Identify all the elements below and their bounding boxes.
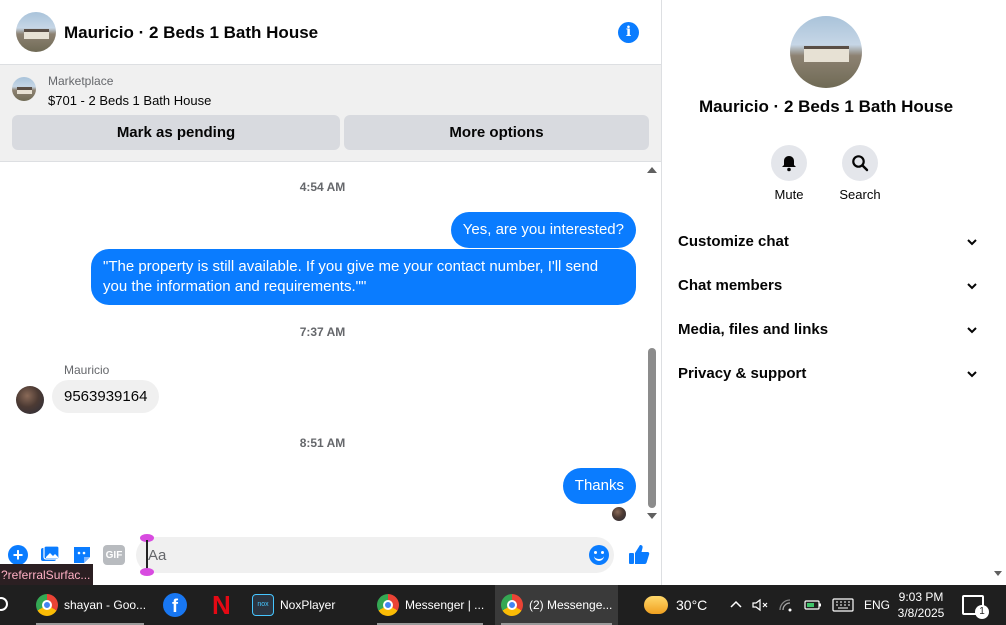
facebook-icon: f [163,593,187,617]
chevron-down-icon [967,371,977,378]
chevron-down-icon [967,283,977,290]
clock-time: 9:03 PM [898,590,944,604]
taskbar: shayan - Goo... f N nox NoxPlayer Messen… [0,585,1006,625]
chrome-icon [36,594,58,616]
battery-icon[interactable] [804,599,822,611]
chat-scrollbar[interactable] [645,163,659,525]
chevron-up-icon[interactable] [730,599,742,611]
sender-name: Mauricio [64,363,110,377]
taskbar-item-chrome-messenger-active[interactable]: (2) Messenge... [495,585,618,625]
taskbar-item-label: NoxPlayer [280,598,336,612]
weather-icon [644,596,668,614]
photo-icon[interactable] [40,545,60,565]
seen-receipt-avatar [612,507,626,521]
search-circle-icon[interactable] [0,597,8,611]
section-label: Media, files and links [678,321,829,338]
chevron-down-icon [967,239,977,246]
language-indicator[interactable]: ENG [864,598,890,612]
marketplace-bar: Marketplace $701 - 2 Beds 1 Bath House M… [0,65,661,162]
taskbar-item-netflix[interactable]: N [206,585,240,625]
timestamp: 7:37 AM [299,325,346,339]
system-tray: ENG [730,585,890,625]
search-icon[interactable] [842,145,878,181]
listing-title[interactable]: $701 - 2 Beds 1 Bath House [48,93,211,108]
composer: + GIF [0,530,661,585]
sticker-icon[interactable] [72,545,92,565]
chat-pane: Mauricio · 2 Beds 1 Bath House i Marketp… [0,0,662,585]
taskbar-item-label: shayan - Goo... [64,598,147,612]
taskbar-item-label: (2) Messenge... [529,598,613,612]
info-avatar[interactable] [790,16,862,88]
weather-widget[interactable]: 30°C [644,585,707,625]
outgoing-message[interactable]: Yes, are you interested? [450,212,636,248]
search-button[interactable]: Search [830,145,890,202]
network-icon[interactable] [778,598,794,612]
outgoing-message[interactable]: Thanks [562,468,636,504]
mute-button[interactable]: Mute [759,145,819,202]
clock[interactable]: 9:03 PM 3/8/2025 [888,589,954,621]
mark-as-pending-button[interactable]: Mark as pending [12,115,340,150]
chrome-icon [501,594,523,616]
timestamp: 4:54 AM [299,180,346,194]
text-cursor-marker [140,534,154,576]
more-options-button[interactable]: More options [344,115,649,150]
message-input[interactable] [136,537,614,573]
outgoing-message[interactable]: "The property is still available. If you… [91,249,636,305]
scrollbar-thumb[interactable] [648,348,656,508]
scroll-down-arrow[interactable] [647,513,657,519]
incoming-message[interactable]: 9563939164 [52,380,160,413]
scroll-down-arrow[interactable] [994,571,1002,576]
section-customize-chat[interactable]: Customize chat [678,230,978,254]
chat-header: Mauricio · 2 Beds 1 Bath House i [0,0,661,65]
weather-temperature: 30°C [676,597,708,613]
timestamp: 8:51 AM [299,436,346,450]
conversation-avatar[interactable] [16,12,56,52]
noxplayer-icon: nox [252,594,274,616]
taskbar-item-noxplayer[interactable]: nox NoxPlayer [246,585,366,625]
clock-date: 3/8/2025 [897,606,945,620]
emoji-icon[interactable] [589,545,609,565]
notification-count: 1 [975,605,989,619]
marketplace-label: Marketplace [48,74,114,88]
chevron-down-icon [967,327,977,334]
taskbar-item-facebook[interactable]: f [157,585,195,625]
section-label: Chat members [678,277,783,294]
listing-thumbnail[interactable] [12,77,36,101]
conversation-title[interactable]: Mauricio · 2 Beds 1 Bath House [64,23,318,43]
taskbar-item-label: Messenger | ... [405,598,485,612]
thumbs-up-icon[interactable] [627,543,651,567]
section-chat-members[interactable]: Chat members [678,274,978,298]
message-list: 4:54 AM Yes, are you interested? "The pr… [0,163,661,525]
info-title: Mauricio · 2 Beds 1 Bath House [698,97,954,116]
bell-icon[interactable] [771,145,807,181]
url-tooltip: ?referralSurfac... [0,564,93,586]
taskbar-item-chrome-shayan[interactable]: shayan - Goo... [30,585,150,625]
netflix-icon: N [212,590,231,620]
keyboard-icon[interactable] [832,598,854,612]
section-media-files-links[interactable]: Media, files and links [678,318,978,342]
notification-icon[interactable]: 1 [962,595,989,619]
volume-muted-icon[interactable] [752,598,768,612]
scroll-up-arrow[interactable] [647,167,657,173]
search-label: Search [839,187,881,202]
chrome-icon [377,594,399,616]
mute-label: Mute [774,187,804,202]
section-label: Privacy & support [678,365,807,382]
info-icon[interactable]: i [618,22,639,43]
section-privacy-support[interactable]: Privacy & support [678,362,978,386]
plus-icon[interactable]: + [8,545,28,565]
section-label: Customize chat [678,233,789,250]
conversation-info-pane: Mauricio · 2 Beds 1 Bath House Mute Sear… [662,0,1006,585]
taskbar-item-chrome-messenger[interactable]: Messenger | ... [371,585,489,625]
gif-icon[interactable]: GIF [103,545,125,565]
sender-avatar[interactable] [16,386,44,414]
